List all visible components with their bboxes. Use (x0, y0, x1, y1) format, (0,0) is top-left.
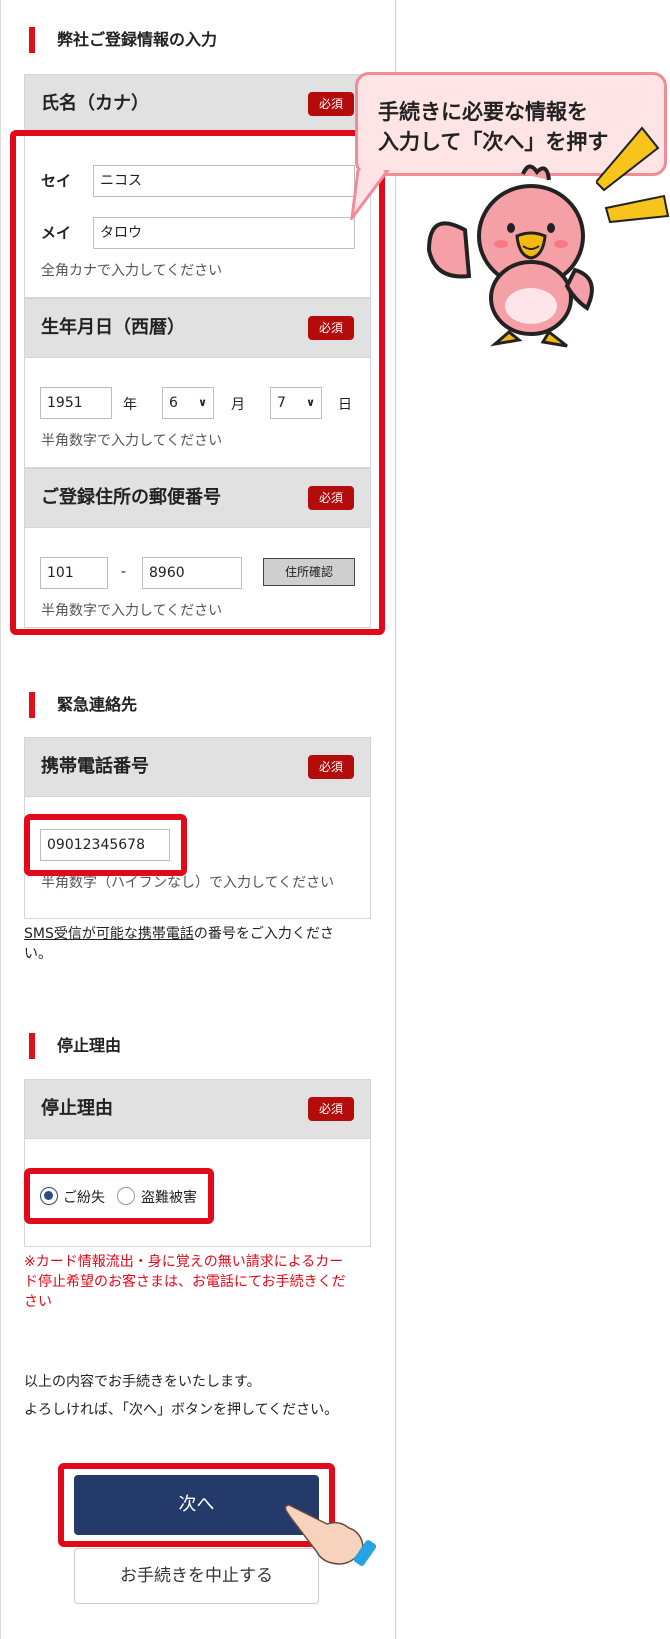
phone-label: 携帯電話番号 (41, 756, 149, 777)
sms-note-text: の番号をご入力くださ (193, 926, 334, 942)
sms-note-text-2: い。 (24, 946, 52, 962)
name-label: 氏名（カナ） (41, 93, 149, 114)
sms-link[interactable]: SMS受信が可能な携帯電話 (24, 926, 194, 942)
confirm-text: 以上の内容でお手続きをいたします。 (24, 1372, 374, 1392)
reason-label: 停止理由 (41, 1098, 113, 1119)
emphasis-marks-icon (596, 126, 670, 224)
confirm-text-2: よろしければ、「次へ」ボタンを押してください。 (24, 1400, 374, 1420)
confirm-line-1: 以上の内容でお手続きをいたします。 (24, 1374, 261, 1390)
warning-line-3: さい (24, 1294, 52, 1310)
phone-header: 携帯電話番号 必須 (24, 737, 371, 797)
callout-line-1: 手続きに必要な情報を (378, 100, 588, 124)
pointing-hand-icon (284, 1504, 377, 1566)
highlight-frame-phone (24, 814, 187, 876)
required-badge: 必須 (308, 92, 354, 116)
name-header: 氏名（カナ） 必須 (24, 74, 371, 134)
warning-line-1: ※カード情報流出・身に覚えの無い請求によるカー (24, 1254, 344, 1270)
phone-screen: 弊社ご登録情報の入力 氏名（カナ） 必須 セイ ニコス メイ タロウ 全角カナで… (0, 0, 396, 1639)
section-title-reason: 停止理由 (29, 1033, 121, 1059)
callout-text: 手続きに必要な情報を 入力して「次へ」を押す (378, 97, 608, 157)
warning-note: ※カード情報流出・身に覚えの無い請求によるカー ド停止希望のお客さまは、お電話に… (24, 1252, 374, 1312)
mascot-bird-icon (426, 164, 594, 348)
callout-tail-icon (350, 170, 390, 220)
section-title-emergency: 緊急連絡先 (29, 692, 137, 718)
warning-line-2: ド停止希望のお客さまは、お電話にてお手続きくだ (24, 1274, 346, 1290)
callout-line-2: 入力して「次へ」を押す (378, 130, 609, 154)
confirm-line-2: よろしければ、「次へ」ボタンを押してください。 (24, 1402, 339, 1418)
highlight-frame-reason (24, 1168, 214, 1224)
sms-note: SMS受信が可能な携帯電話の番号をご入力くださ い。 (24, 924, 374, 964)
section-title-registration: 弊社ご登録情報の入力 (29, 27, 217, 53)
highlight-frame-registration (10, 130, 385, 635)
required-badge: 必須 (308, 1097, 354, 1121)
required-badge: 必須 (308, 755, 354, 779)
reason-header: 停止理由 必須 (24, 1079, 371, 1139)
